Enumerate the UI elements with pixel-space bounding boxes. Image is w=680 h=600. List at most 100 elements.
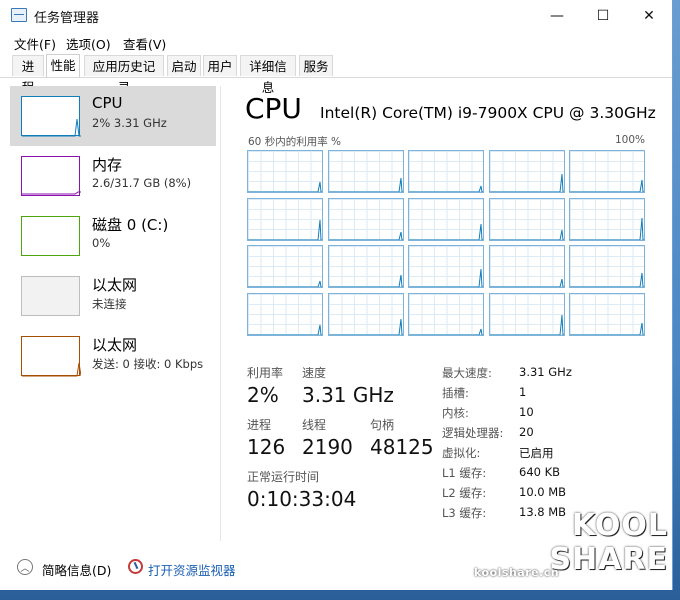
spec-label: 虚拟化: — [442, 446, 481, 460]
sidebar-item-ethernet-1[interactable]: 以太网 未连接 — [10, 266, 216, 326]
handles-label: 句柄 — [370, 418, 395, 432]
sidebar-item-disk-label: 磁盘 0 (C:) — [92, 216, 169, 234]
spec-label: L1 缓存: — [442, 466, 487, 480]
menu-bar: 文件(F) 选项(O) 查看(V) — [0, 31, 672, 53]
tab-processes[interactable]: 进程 — [12, 55, 44, 95]
utilization-value: 2% — [247, 383, 279, 407]
logical-processor-graph — [569, 292, 645, 336]
logical-processor-graph — [569, 197, 645, 241]
logical-processor-graph — [247, 245, 323, 288]
tab-services[interactable]: 服务 — [299, 55, 333, 76]
sidebar-item-cpu-sub: 2% 3.31 GHz — [92, 116, 167, 130]
sidebar-item-memory-label: 内存 — [92, 156, 123, 174]
processes-label: 进程 — [247, 418, 272, 432]
tab-app-history[interactable]: 应用历史记录 — [84, 55, 164, 95]
sidebar-item-disk[interactable]: 磁盘 0 (C:) 0% — [10, 206, 216, 266]
cpu-thumbnail-graph — [21, 96, 81, 137]
logical-processor-graph — [408, 150, 484, 193]
minimize-button[interactable]: — — [534, 0, 580, 31]
spec-value: 1 — [519, 385, 527, 399]
title-bar: 任务管理器 — ☐ ✕ — [0, 0, 672, 31]
pane-divider[interactable] — [220, 86, 221, 541]
speed-value: 3.31 GHz — [302, 383, 394, 407]
watermark-line1: KOOL — [571, 508, 668, 543]
task-manager-icon — [11, 8, 27, 22]
koolshare-watermark: KOOL SHARE koolshare.cn — [474, 508, 668, 590]
disk-thumbnail-graph — [21, 216, 80, 256]
menu-file[interactable]: 文件(F) — [14, 34, 56, 53]
close-button[interactable]: ✕ — [626, 0, 672, 31]
graph-max-label: 100% — [614, 134, 645, 146]
resource-sidebar: CPU 2% 3.31 GHz 内存 2.6/31.7 GB (8%) 磁盘 0… — [10, 86, 216, 541]
logical-processor-graph — [327, 292, 404, 336]
logical-processor-graph — [327, 245, 404, 288]
ethernet-1-thumbnail-graph — [21, 276, 80, 316]
spec-value: 13.8 MB — [519, 505, 567, 519]
spec-value: 10.0 MB — [519, 485, 567, 499]
watermark-url: koolshare.cn — [474, 566, 560, 579]
chevron-up-icon[interactable]: ︿ — [17, 559, 33, 575]
graph-caption: 60 秒内的利用率 % — [248, 136, 342, 148]
sidebar-item-memory-sub: 2.6/31.7 GB (8%) — [92, 176, 192, 190]
logical-processor-graph — [488, 197, 565, 241]
menu-view[interactable]: 查看(V) — [123, 34, 166, 53]
sidebar-item-ethernet-2[interactable]: 以太网 发送: 0 接收: 0 Kbps — [10, 326, 216, 386]
logical-processor-graph — [408, 197, 484, 241]
spec-value: 10 — [519, 405, 534, 419]
spec-label: L2 缓存: — [442, 486, 487, 500]
task-manager-window: 任务管理器 — ☐ ✕ 文件(F) 选项(O) 查看(V) 进程 性能 应用历史… — [0, 0, 673, 590]
threads-label: 线程 — [302, 418, 327, 432]
logical-processor-graphs[interactable] — [247, 150, 647, 337]
logical-processor-graph — [247, 292, 323, 336]
logical-processor-graph — [488, 150, 565, 193]
uptime-label: 正常运行时间 — [247, 470, 320, 484]
sidebar-item-memory[interactable]: 内存 2.6/31.7 GB (8%) — [10, 146, 216, 206]
sidebar-item-ethernet-2-sub: 发送: 0 接收: 0 Kbps — [92, 357, 204, 371]
handles-value: 48125 — [370, 435, 434, 459]
spec-label: L3 缓存: — [442, 506, 487, 520]
logical-processor-graph — [488, 245, 565, 288]
ethernet-2-thumbnail-graph — [21, 336, 82, 377]
tab-startup[interactable]: 启动 — [167, 55, 201, 76]
logical-processor-graph — [247, 150, 323, 193]
tab-performance[interactable]: 性能 — [46, 54, 80, 77]
spec-value: 20 — [519, 425, 534, 439]
cpu-model-name: Intel(R) Core(TM) i9-7900X CPU @ 3.30GHz — [320, 104, 656, 122]
processes-value: 126 — [247, 435, 286, 459]
logical-processor-graph — [488, 292, 565, 336]
sidebar-item-ethernet-1-label: 以太网 — [92, 276, 138, 294]
spec-label: 逻辑处理器: — [442, 426, 504, 440]
fewer-details-button[interactable]: 简略信息(D) — [42, 560, 111, 579]
logical-processor-graph — [247, 197, 323, 241]
logical-processor-graph — [569, 150, 645, 193]
tab-strip: 进程 性能 应用历史记录 启动 用户 详细信息 服务 — [0, 53, 672, 95]
menu-options[interactable]: 选项(O) — [66, 34, 111, 53]
utilization-label: 利用率 — [247, 366, 284, 380]
resource-monitor-icon[interactable] — [128, 559, 143, 574]
sidebar-item-disk-sub: 0% — [92, 236, 111, 250]
spec-value: 已启用 — [519, 446, 554, 460]
spec-label: 内核: — [442, 406, 469, 420]
logical-processor-graph — [569, 245, 645, 288]
memory-thumbnail-graph — [21, 156, 81, 196]
spec-value: 640 KB — [519, 465, 561, 479]
logical-processor-graph — [327, 197, 404, 241]
tab-users[interactable]: 用户 — [203, 55, 237, 76]
sidebar-item-ethernet-1-sub: 未连接 — [92, 297, 127, 311]
spec-label: 插槽: — [442, 386, 469, 400]
threads-value: 2190 — [302, 435, 353, 459]
tab-details[interactable]: 详细信息 — [240, 55, 296, 95]
maximize-button[interactable]: ☐ — [580, 0, 626, 31]
spec-label: 最大速度: — [442, 366, 492, 380]
logical-processor-graph — [327, 150, 404, 193]
logical-processor-graph — [408, 292, 484, 336]
sidebar-item-cpu[interactable]: CPU 2% 3.31 GHz — [10, 86, 216, 146]
open-resource-monitor-link[interactable]: 打开资源监视器 — [148, 560, 236, 579]
sidebar-item-cpu-label: CPU — [92, 94, 123, 112]
speed-label: 速度 — [302, 366, 327, 380]
window-title: 任务管理器 — [34, 11, 100, 26]
logical-processor-graph — [408, 245, 484, 288]
spec-value: 3.31 GHz — [519, 365, 572, 379]
uptime-value: 0:10:33:04 — [247, 487, 357, 511]
sidebar-item-ethernet-2-label: 以太网 — [92, 336, 138, 354]
